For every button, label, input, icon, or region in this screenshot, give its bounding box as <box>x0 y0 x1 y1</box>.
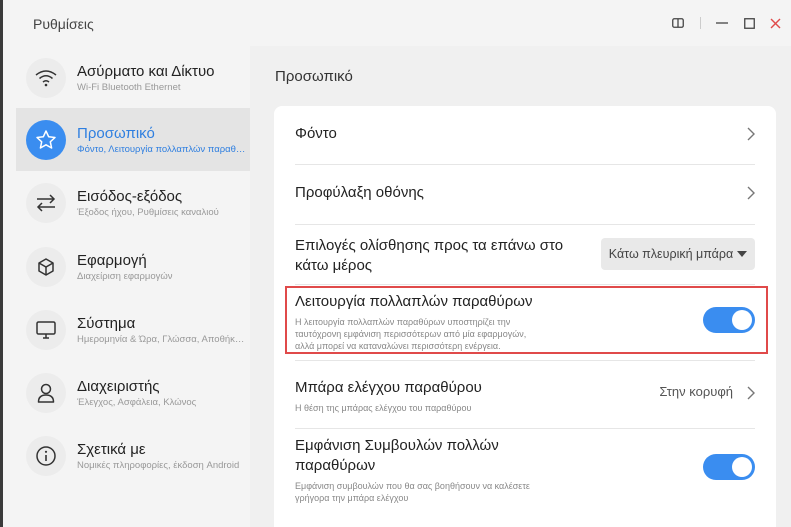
multiwindow-description: Η λειτουργία πολλαπλών παραθύρων υποστηρ… <box>295 316 755 352</box>
swipe-options-row: Επιλογές ολίσθησης προς τα επάνω στο κάτ… <box>295 236 755 276</box>
screensaver-label: Προφύλαξη οθόνης <box>295 184 424 201</box>
sidebar-item-subtitle: Wi-Fi Bluetooth Ethernet <box>77 81 181 93</box>
row-divider <box>295 360 755 361</box>
sidebar-item-label: Εφαρμογή <box>77 251 147 269</box>
multiwindow-tips-row: Εμφάνιση Συμβουλών πολλών παραθύρων Εμφά… <box>295 436 755 503</box>
sidebar-item-label: Προσωπικό <box>77 124 155 142</box>
row-divider <box>295 164 755 165</box>
swipe-options-label-line1: Επιλογές ολίσθησης προς τα επάνω στο <box>295 237 564 254</box>
chevron-right-icon <box>747 386 755 400</box>
wallpaper-row[interactable]: Φόντο <box>295 124 755 148</box>
control-bar-description: Η θέση της μπάρας ελέγχου του παραθύρου <box>295 403 472 413</box>
sidebar-item-system[interactable]: Σύστημα Ημερομηνία & Ώρα, Γλώσσα, Αποθήκ… <box>16 298 250 361</box>
settings-card: Φόντο Προφύλαξη οθόνης Επιλογές ολίσθηση… <box>274 106 776 527</box>
sidebar-item-input-output[interactable]: Εισόδος-εξόδος Έξοδος ήχου, Ρυθμίσεις κα… <box>16 171 250 234</box>
sidebar-item-subtitle: Ημερομηνία & Ώρα, Γλώσσα, Αποθήκευση <box>77 333 247 345</box>
close-icon <box>770 18 780 28</box>
swipe-options-dropdown[interactable]: Κάτω πλευρική μπάρα <box>601 238 755 270</box>
maximize-button[interactable] <box>738 12 760 34</box>
multiwindow-desc-line2: ταυτόχρονη εμφάνιση περισσότερων από μία… <box>295 329 527 339</box>
maximize-icon <box>743 17 755 29</box>
main-panel: Προσωπικό Φόντο Προφύλαξη οθόνης Επιλογέ… <box>250 46 791 527</box>
wifi-icon <box>26 57 66 98</box>
cube-icon <box>26 246 66 287</box>
settings-window: Ρυθμίσεις Ασύρματο και Δίκτυο Wi-Fi Blue… <box>0 0 791 527</box>
split-view-icon <box>672 18 684 28</box>
monitor-icon <box>26 309 66 350</box>
row-divider <box>295 224 755 225</box>
sidebar-item-admin[interactable]: Διαχειριστής Έλεγχος, Ασφάλεια, Κλώνος <box>16 361 250 424</box>
sidebar-item-subtitle: Νομικές πληροφορίες, έκδοση Android <box>77 459 240 471</box>
sidebar-item-label: Σχετικά με <box>77 440 146 458</box>
multiwindow-tips-label-line2: παραθύρων <box>295 457 376 474</box>
chevron-right-icon <box>747 186 755 200</box>
sidebar-item-subtitle: Έλεγχος, Ασφάλεια, Κλώνος <box>77 396 197 408</box>
titlebar-divider <box>700 17 701 29</box>
control-bar-row[interactable]: Μπάρα ελέγχου παραθύρου Η θέση της μπάρα… <box>295 378 755 414</box>
sidebar-item-label: Διαχειριστής <box>77 377 160 395</box>
minimize-icon <box>716 22 728 24</box>
toggle-knob <box>732 457 752 477</box>
sidebar-item-label: Ασύρματο και Δίκτυο <box>77 62 215 80</box>
sidebar-item-subtitle: Φόντο, Λειτουργία πολλαπλών παραθύρων <box>77 143 247 155</box>
sidebar-item-subtitle: Έξοδος ήχου, Ρυθμίσεις καναλιού <box>77 206 219 218</box>
chevron-right-icon <box>747 127 755 141</box>
sidebar-item-personal[interactable]: Προσωπικό Φόντο, Λειτουργία πολλαπλών πα… <box>16 108 250 171</box>
sidebar: Ασύρματο και Δίκτυο Wi-Fi Bluetooth Ethe… <box>3 46 250 527</box>
user-icon <box>26 372 66 413</box>
multiwindow-label: Λειτουργία πολλαπλών παραθύρων <box>295 293 533 310</box>
split-view-button[interactable] <box>667 12 689 34</box>
toggle-knob <box>732 310 752 330</box>
title-bar: Ρυθμίσεις <box>3 0 791 46</box>
window-title: Ρυθμίσεις <box>33 16 94 32</box>
info-icon <box>26 435 66 476</box>
screensaver-row[interactable]: Προφύλαξη οθόνης <box>295 183 755 207</box>
sidebar-item-label: Εισόδος-εξόδος <box>77 187 183 205</box>
row-divider <box>295 284 755 285</box>
control-bar-value: Στην κορυφή <box>659 384 733 399</box>
multiwindow-toggle[interactable] <box>703 307 755 333</box>
multiwindow-tips-label-line1: Εμφάνιση Συμβουλών πολλών <box>295 437 499 454</box>
sidebar-item-wireless[interactable]: Ασύρματο και Δίκτυο Wi-Fi Bluetooth Ethe… <box>16 46 250 109</box>
multiwindow-desc-line3: αλλά μπορεί να καταναλώνει περισσότερη ε… <box>295 341 501 351</box>
multiwindow-row: Λειτουργία πολλαπλών παραθύρων Η λειτουρ… <box>295 292 755 351</box>
multiwindow-tips-desc-line2: γρήγορα την μπάρα ελέγχου <box>295 493 409 503</box>
sidebar-item-subtitle: Διαχείριση εφαρμογών <box>77 270 173 282</box>
close-button[interactable] <box>764 12 786 34</box>
swipe-options-label-line2: κάτω μέρος <box>295 257 373 274</box>
star-icon <box>26 119 66 160</box>
row-divider <box>295 428 755 429</box>
wallpaper-label: Φόντο <box>295 125 337 142</box>
sidebar-item-about[interactable]: Σχετικά με Νομικές πληροφορίες, έκδοση A… <box>16 424 250 487</box>
multiwindow-tips-desc-line1: Εμφάνιση συμβουλών που θα σας βοηθήσουν … <box>295 481 530 491</box>
multiwindow-tips-label: Εμφάνιση Συμβουλών πολλών παραθύρων <box>295 436 595 476</box>
multiwindow-tips-toggle[interactable] <box>703 454 755 480</box>
sidebar-item-apps[interactable]: Εφαρμογή Διαχείριση εφαρμογών <box>16 235 250 298</box>
multiwindow-tips-description: Εμφάνιση συμβουλών που θα σας βοηθήσουν … <box>295 480 755 504</box>
caret-down-icon <box>737 251 748 257</box>
multiwindow-desc-line1: Η λειτουργία πολλαπλών παραθύρων υποστηρ… <box>295 317 511 327</box>
minimize-button[interactable] <box>711 12 733 34</box>
swipe-options-value: Κάτω πλευρική μπάρα <box>608 247 734 261</box>
sidebar-item-label: Σύστημα <box>77 314 136 332</box>
page-title: Προσωπικό <box>275 68 353 85</box>
swap-arrows-icon <box>26 182 66 223</box>
swipe-options-label: Επιλογές ολίσθησης προς τα επάνω στο κάτ… <box>295 236 585 276</box>
